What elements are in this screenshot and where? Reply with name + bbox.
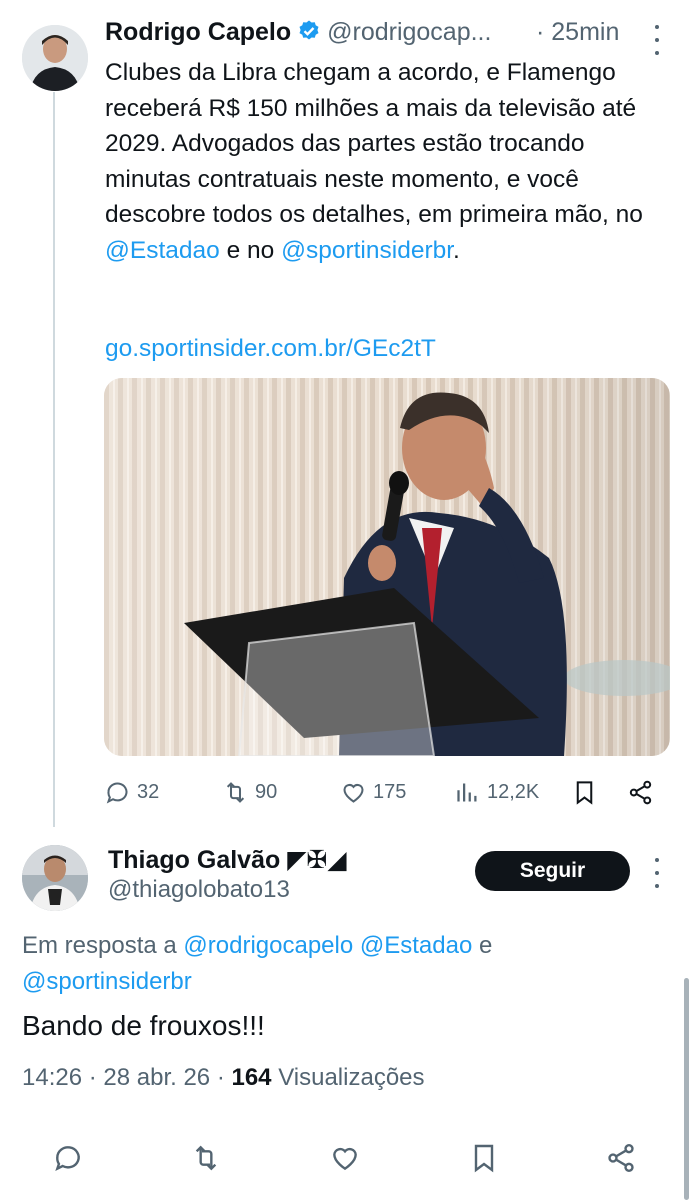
author-name[interactable]: Rodrigo Capelo (105, 18, 291, 46)
retweet-icon (226, 781, 245, 803)
verified-badge-icon (299, 20, 319, 40)
tweet-text: Clubes da Libra chegam a acordo, e Flame… (105, 55, 675, 268)
in-reply-to: Em resposta a @rodrigocapelo @Estadao e … (22, 928, 662, 1000)
reply-icon (106, 782, 128, 803)
mention-estadao[interactable]: @Estadao (105, 237, 220, 264)
share-icon (629, 780, 652, 804)
reply-icon (55, 1146, 80, 1172)
reply-time[interactable]: 14:26 · 28 abr. 26 · (22, 1064, 231, 1091)
views-count: 12,2K (487, 780, 540, 803)
reply-button[interactable]: 32 (104, 772, 159, 812)
bookmark-button[interactable] (468, 1138, 500, 1178)
reply-meta: 14:26 · 28 abr. 26 · 164 Visualizações (22, 1064, 425, 1092)
retweet-button[interactable] (190, 1138, 222, 1178)
in-reply-prefix: Em resposta a (22, 932, 184, 959)
like-button[interactable] (329, 1138, 361, 1178)
views-icon (457, 783, 477, 801)
in-reply-and: e (472, 932, 493, 959)
author-avatar[interactable] (22, 25, 88, 91)
tweet-body-end: . (453, 236, 460, 264)
reply-author-name[interactable]: Thiago Galvão ◤✠◢ (108, 845, 347, 875)
like-icon (333, 1147, 357, 1171)
tweet-actions: 32 90 175 12,2K (104, 772, 664, 812)
scrollbar[interactable] (684, 978, 689, 1200)
bookmark-icon (576, 780, 593, 805)
thread-connector-line (53, 92, 55, 827)
tweet-time[interactable]: · 25min (536, 18, 619, 47)
reply-author-handle[interactable]: @thiagolobato13 (108, 876, 290, 904)
like-icon (343, 783, 364, 803)
reply-actions (0, 1138, 691, 1178)
reply-button[interactable] (52, 1138, 84, 1178)
like-count: 175 (373, 780, 407, 803)
reply-author-avatar[interactable] (22, 845, 88, 911)
views-button[interactable]: 12,2K (454, 772, 539, 812)
in-reply-mentions[interactable]: @rodrigocapelo @Estadao (183, 932, 472, 959)
more-icon[interactable] (647, 858, 667, 888)
like-button[interactable]: 175 (340, 772, 406, 812)
share-button[interactable] (605, 1138, 637, 1178)
share-button[interactable] (627, 772, 654, 812)
tweet-photo[interactable] (104, 378, 670, 756)
in-reply-mention-last[interactable]: @sportinsiderbr (22, 968, 192, 995)
reply-views-label: Visualizações (271, 1064, 425, 1091)
mention-sportinsiderbr[interactable]: @sportinsiderbr (281, 237, 453, 264)
tweet-body-mid: e no (219, 236, 282, 264)
reply-views-count: 164 (231, 1064, 272, 1091)
retweet-count: 90 (255, 780, 278, 803)
reply-count: 32 (137, 780, 160, 803)
tweet-link[interactable]: go.sportinsider.com.br/GEc2tT (105, 335, 436, 363)
bookmark-icon (474, 1144, 494, 1173)
bookmark-button[interactable] (571, 772, 598, 812)
share-icon (608, 1144, 634, 1172)
follow-button[interactable]: Seguir (475, 851, 630, 891)
tweet-header: Rodrigo Capelo @rodrigocap... · 25min (105, 18, 675, 52)
more-icon[interactable] (647, 25, 667, 55)
tweet-body: Clubes da Libra chegam a acordo, e Flame… (105, 59, 643, 228)
retweet-icon (195, 1145, 217, 1171)
author-handle[interactable]: @rodrigocap... (327, 18, 491, 46)
retweet-button[interactable]: 90 (222, 772, 277, 812)
reply-text: Bando de frouxos!!! (22, 1010, 265, 1041)
